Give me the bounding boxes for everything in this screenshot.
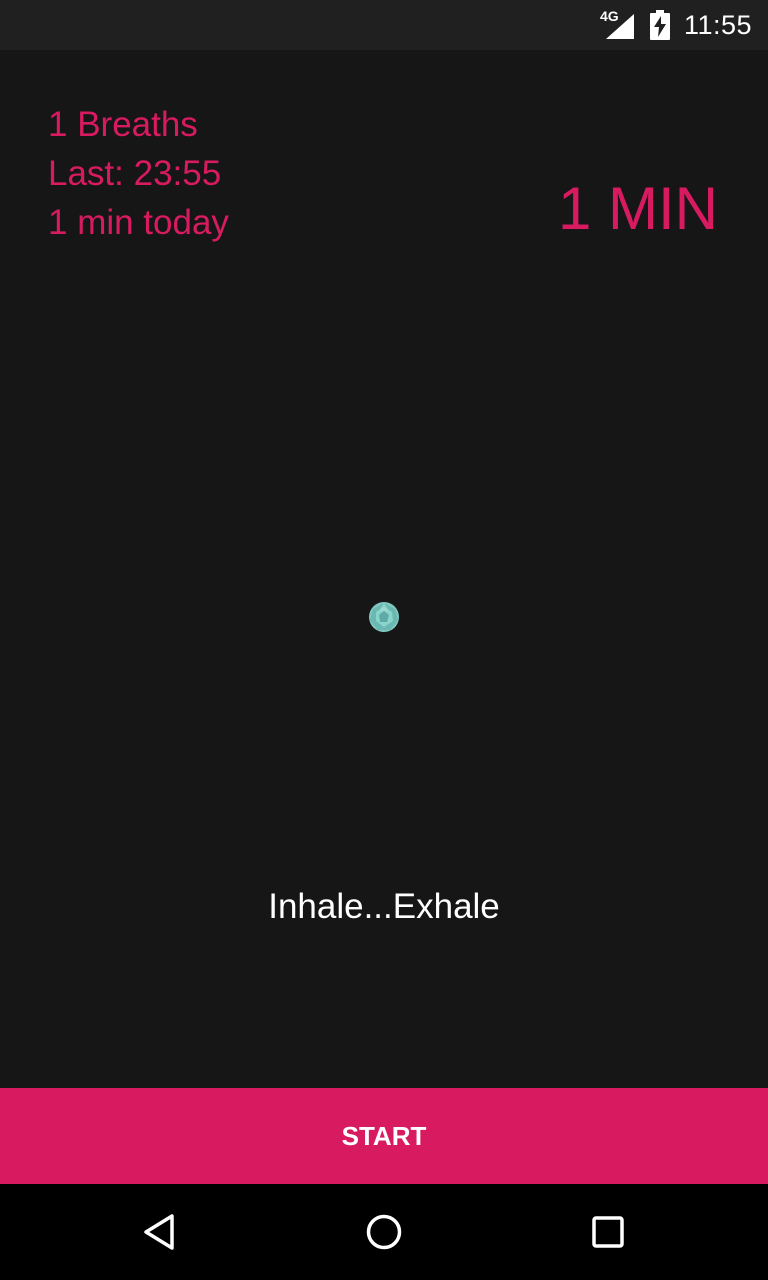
start-button[interactable]: START [0, 1088, 768, 1184]
recents-icon[interactable] [584, 1208, 632, 1256]
status-time: 11:55 [683, 9, 752, 40]
network-type-label: 4G [599, 8, 619, 24]
status-icons: 4G 11:55 [600, 0, 752, 50]
last-session: Last: 23:55 [48, 154, 222, 193]
breath-count: 1 Breaths [48, 105, 198, 144]
screen: 4G 11:55 1 Breaths Last: 23:55 1 min tod… [0, 0, 768, 1280]
status-bar: 4G 11:55 [0, 0, 768, 50]
home-icon[interactable] [360, 1208, 408, 1256]
breathing-orb-icon [368, 601, 400, 633]
today-total: 1 min today [48, 203, 229, 242]
stats-panel: 1 Breaths Last: 23:55 1 min today [48, 100, 229, 247]
battery-charging-icon [649, 10, 670, 40]
duration-label: 1 MIN [557, 175, 718, 242]
navigation-bar [0, 1184, 768, 1280]
back-icon[interactable] [136, 1208, 184, 1256]
signal-icon: 4G [599, 8, 636, 40]
breathing-instruction: Inhale...Exhale [268, 887, 500, 926]
